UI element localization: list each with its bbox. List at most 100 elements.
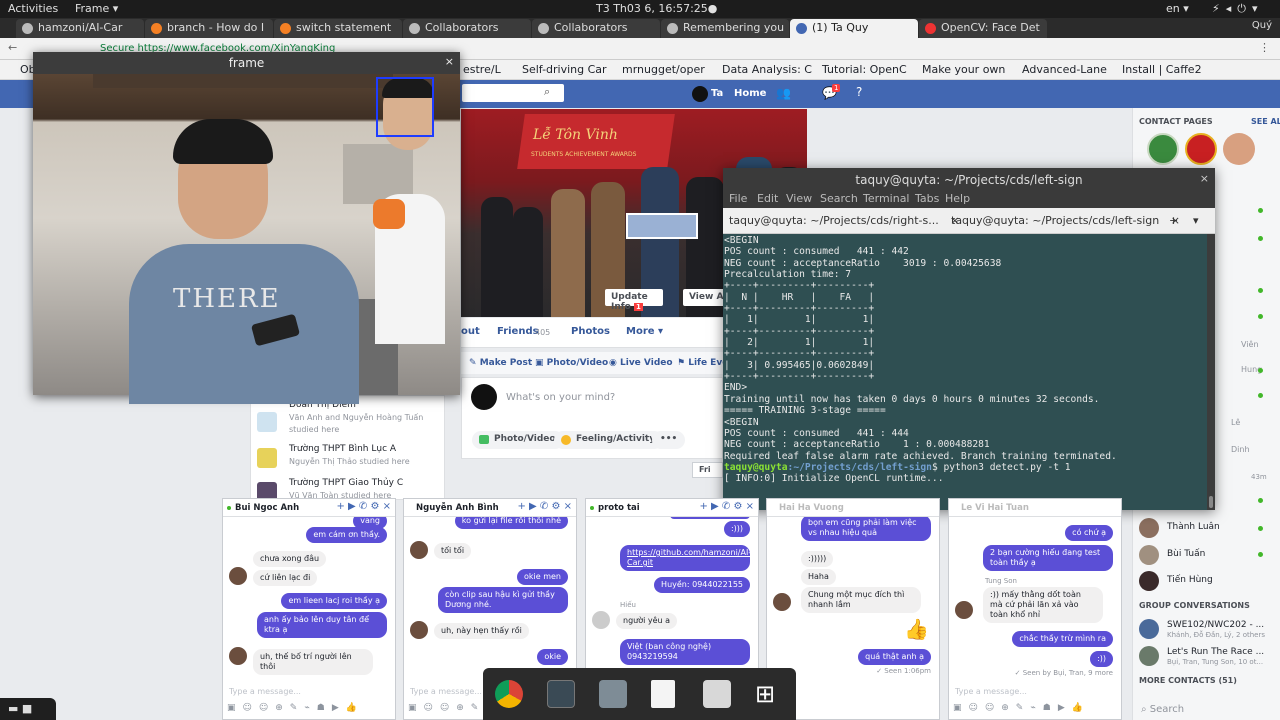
- chat-header[interactable]: Bui Ngoc Anh + ▶ ✆ ⚙ ×: [223, 499, 395, 517]
- message-link[interactable]: https://github.com/hamzoni/AI-Car.git: [620, 545, 751, 571]
- chat-input[interactable]: Type a message...: [229, 687, 301, 696]
- contact-item[interactable]: Bùi Tuấn: [1137, 544, 1277, 566]
- photo-video-chip[interactable]: Photo/Video: [472, 431, 564, 449]
- make-post-button[interactable]: ✎ Make Post: [469, 358, 532, 368]
- page-avatar[interactable]: [1223, 133, 1255, 165]
- friend-button[interactable]: Fri: [692, 462, 723, 478]
- bookmark[interactable]: Make your own: [922, 63, 1005, 76]
- chat-header[interactable]: proto tai + ▶ ✆ ⚙ ×: [586, 499, 758, 517]
- browser-tab[interactable]: hamzoni/AI-Car: [16, 19, 144, 38]
- browser-tab[interactable]: Remembering you: [661, 19, 789, 38]
- see-all-link[interactable]: SEE ALL: [1251, 117, 1280, 126]
- bookmark[interactable]: Tutorial: OpenC: [822, 63, 907, 76]
- chat-tools[interactable]: + ▶ ✆ ⚙ ×: [517, 501, 572, 512]
- menu-edit[interactable]: Edit: [757, 192, 778, 205]
- chat-tools[interactable]: + ▶ ✆ ⚙ ×: [336, 501, 391, 512]
- live-video-button[interactable]: ◉ Live Video: [609, 358, 673, 368]
- close-icon[interactable]: ×: [445, 55, 454, 68]
- menu-view[interactable]: View: [786, 192, 812, 205]
- tab-menu-button[interactable]: ▾: [1193, 208, 1199, 234]
- school-item[interactable]: Trường THPT Bình Lục A Nguyễn Thị Thảo st…: [257, 444, 437, 476]
- chat-toolbar-icons[interactable]: ▣☺☺⊕✎⌁☗▶👍: [953, 703, 1118, 715]
- chat-header[interactable]: Nguyễn Anh Bình + ▶ ✆ ⚙ ×: [404, 499, 576, 517]
- terminal-tab-active[interactable]: taquy@quyta: ~/Projects/cds/left-sign ×: [951, 208, 1180, 234]
- chat-window[interactable]: Le Vi Hai Tuan có chứ ạ 2 bạn cường hiếu…: [948, 498, 1122, 720]
- browser-tab-active[interactable]: (1) Ta Quy: [790, 19, 918, 38]
- profile-name[interactable]: Quý: [1252, 20, 1272, 31]
- browser-tab[interactable]: switch statement: [274, 19, 402, 38]
- home-link[interactable]: Home: [734, 88, 766, 99]
- chrome-icon[interactable]: [495, 680, 523, 708]
- composer-input[interactable]: What's on your mind?: [506, 392, 615, 403]
- menu-terminal[interactable]: Terminal: [863, 192, 910, 205]
- tab-about[interactable]: out: [461, 326, 480, 337]
- text-editor-icon[interactable]: [651, 680, 675, 708]
- more-options-chip[interactable]: •••: [652, 431, 686, 449]
- frame-title-bar[interactable]: frame ×: [33, 52, 460, 74]
- browser-tab[interactable]: OpenCV: Face Det: [919, 19, 1047, 38]
- menu-icon[interactable]: ⋮: [1259, 41, 1270, 54]
- new-tab-button[interactable]: +: [1169, 208, 1178, 234]
- browser-tab[interactable]: Collaborators: [403, 19, 531, 38]
- feeling-activity-chip[interactable]: Feeling/Activity: [554, 431, 664, 449]
- opencv-frame-window[interactable]: frame × THERE: [33, 52, 460, 404]
- activities-button[interactable]: Activities: [8, 2, 58, 15]
- close-icon[interactable]: ×: [1200, 172, 1209, 185]
- help-icon[interactable]: ?: [856, 85, 862, 99]
- chat-toolbar-icons[interactable]: ▣☺☺⊕✎⌁☗▶👍: [227, 703, 392, 715]
- tab-friends[interactable]: Friends: [497, 326, 539, 337]
- show-apps-icon[interactable]: ⊞: [755, 680, 783, 708]
- contact-item[interactable]: Tiến Hùng: [1137, 570, 1277, 592]
- tab-more[interactable]: More ▾: [626, 326, 663, 337]
- status-icons[interactable]: ⚡◂⏻▾: [1212, 2, 1263, 16]
- terminal-scrollbar[interactable]: [1207, 234, 1215, 510]
- bookmark[interactable]: Advanced-Lane: [1022, 63, 1107, 76]
- clock[interactable]: T3 Th03 6, 16:57:25●: [596, 2, 717, 15]
- chat-tools[interactable]: + ▶ ✆ ⚙ ×: [699, 501, 754, 512]
- browser-tab[interactable]: Collaborators: [532, 19, 660, 38]
- scrollbar-thumb[interactable]: [1209, 496, 1213, 508]
- tab-photos[interactable]: Photos: [571, 326, 610, 337]
- chat-input[interactable]: Type a message...: [955, 687, 1027, 696]
- files-icon[interactable]: [599, 680, 627, 708]
- bookmark[interactable]: estre/L: [463, 63, 501, 76]
- online-dot: [1258, 314, 1263, 319]
- bookmark[interactable]: Data Analysis: C: [722, 63, 812, 76]
- language-indicator[interactable]: en ▾: [1166, 2, 1189, 15]
- search-icon[interactable]: ⌕: [544, 85, 550, 99]
- menu-help[interactable]: Help: [945, 192, 970, 205]
- terminal-output[interactable]: <BEGIN POS count : consumed 441 : 442 NEG …: [723, 234, 1207, 510]
- terminal-title[interactable]: taquy@quyta: ~/Projects/cds/left-sign: [723, 168, 1215, 190]
- group-item[interactable]: SWE102/NWC202 - ... Khánh, Đỗ Đần, Lý, 2 …: [1137, 618, 1277, 640]
- sidebar-search[interactable]: ⌕ Search: [1141, 704, 1184, 715]
- page-avatar[interactable]: [1147, 133, 1179, 165]
- profile-link[interactable]: Ta: [711, 88, 723, 99]
- school-item[interactable]: Đoàn Thị Điểm Văn Anh and Nguyễn Hoàng Tu…: [257, 400, 437, 434]
- bookmark[interactable]: Install | Caffe2: [1122, 63, 1202, 76]
- update-info-button[interactable]: Update Info 1: [605, 289, 663, 312]
- menu-tabs[interactable]: Tabs: [915, 192, 939, 205]
- bookmark[interactable]: mrnugget/oper: [622, 63, 705, 76]
- image-viewer-icon[interactable]: [703, 680, 731, 708]
- bookmark[interactable]: Self-driving Car: [522, 63, 607, 76]
- contact-item[interactable]: Thành Luân: [1137, 517, 1277, 539]
- video-indicator[interactable]: ▬ ■: [0, 698, 56, 720]
- back-icon[interactable]: ←: [8, 41, 17, 54]
- avatar[interactable]: [692, 86, 708, 102]
- photo-video-button[interactable]: ▣ Photo/Video: [535, 358, 608, 368]
- facebook-search-input[interactable]: ⌕: [462, 84, 564, 102]
- menu-search[interactable]: Search: [820, 192, 858, 205]
- chat-input[interactable]: Type a message...: [410, 687, 482, 696]
- terminal-tab[interactable]: taquy@quyta: ~/Projects/cds/right-s... ×: [729, 208, 959, 234]
- group-item[interactable]: Let's Run The Race ... Bụi, Tran, Tung So…: [1137, 645, 1277, 667]
- browser-tab[interactable]: branch - How do I: [145, 19, 273, 38]
- terminal-window[interactable]: taquy@quyta: ~/Projects/cds/left-sign × …: [723, 168, 1215, 510]
- chat-window[interactable]: Bui Ngoc Anh + ▶ ✆ ⚙ × vang em cám ơn thầ…: [222, 498, 396, 720]
- friend-requests-icon[interactable]: 👥: [776, 86, 799, 100]
- page-avatar[interactable]: [1185, 133, 1217, 165]
- chat-header[interactable]: Le Vi Hai Tuan: [949, 499, 1121, 517]
- menu-file[interactable]: File: [729, 192, 747, 205]
- chat-header[interactable]: Hai Ha Vuong: [767, 499, 939, 517]
- terminal-icon[interactable]: [547, 680, 575, 708]
- app-menu[interactable]: Frame ▾: [75, 2, 118, 15]
